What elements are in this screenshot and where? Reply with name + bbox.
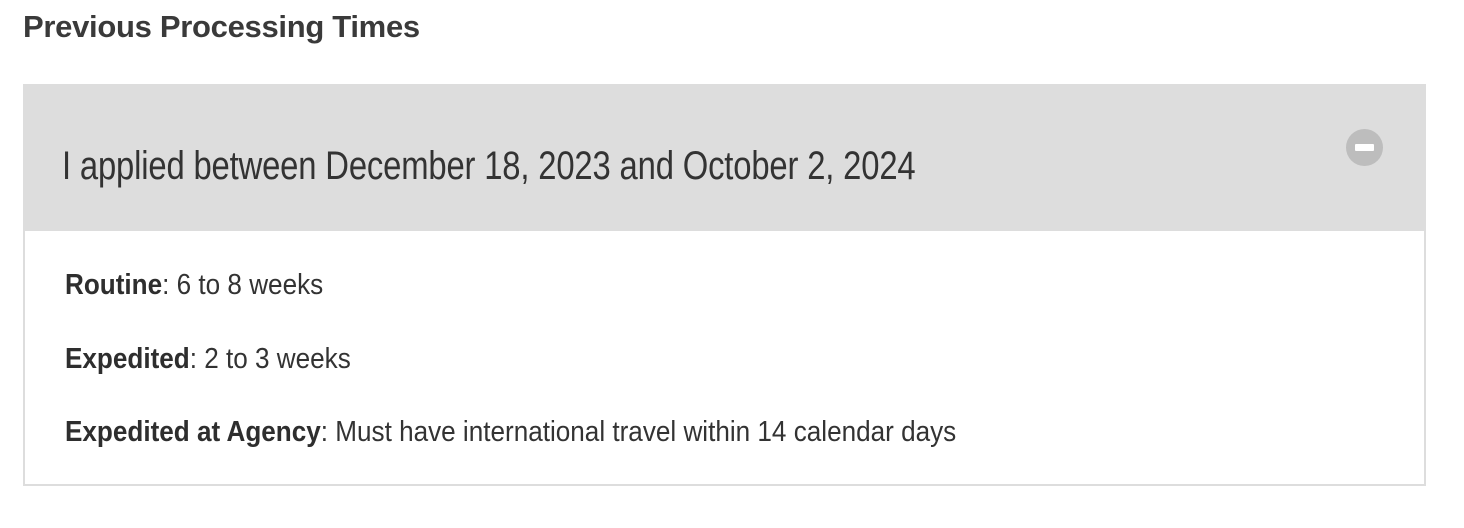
processing-times-accordion: I applied between December 18, 2023 and … [23, 84, 1426, 486]
minus-circle-icon[interactable] [1346, 129, 1383, 166]
accordion-header[interactable]: I applied between December 18, 2023 and … [23, 84, 1426, 231]
minus-bar [1355, 144, 1374, 151]
expedited-line: Expedited: 2 to 3 weeks [65, 341, 351, 377]
expedited-agency-label: Expedited at Agency [65, 416, 321, 448]
expedited-label: Expedited [65, 343, 190, 375]
section-heading: Previous Processing Times [23, 9, 420, 44]
expedited-agency-line: Expedited at Agency: Must have internati… [65, 414, 956, 450]
accordion-body: Routine: 6 to 8 weeks Expedited: 2 to 3 … [23, 231, 1426, 486]
routine-value: : 6 to 8 weeks [162, 269, 324, 301]
routine-label: Routine [65, 269, 163, 301]
expedited-agency-value: : Must have international travel within … [320, 416, 957, 448]
accordion-title: I applied between December 18, 2023 and … [62, 144, 916, 188]
routine-line: Routine: 6 to 8 weeks [65, 267, 323, 303]
expedited-value: : 2 to 3 weeks [189, 343, 351, 375]
